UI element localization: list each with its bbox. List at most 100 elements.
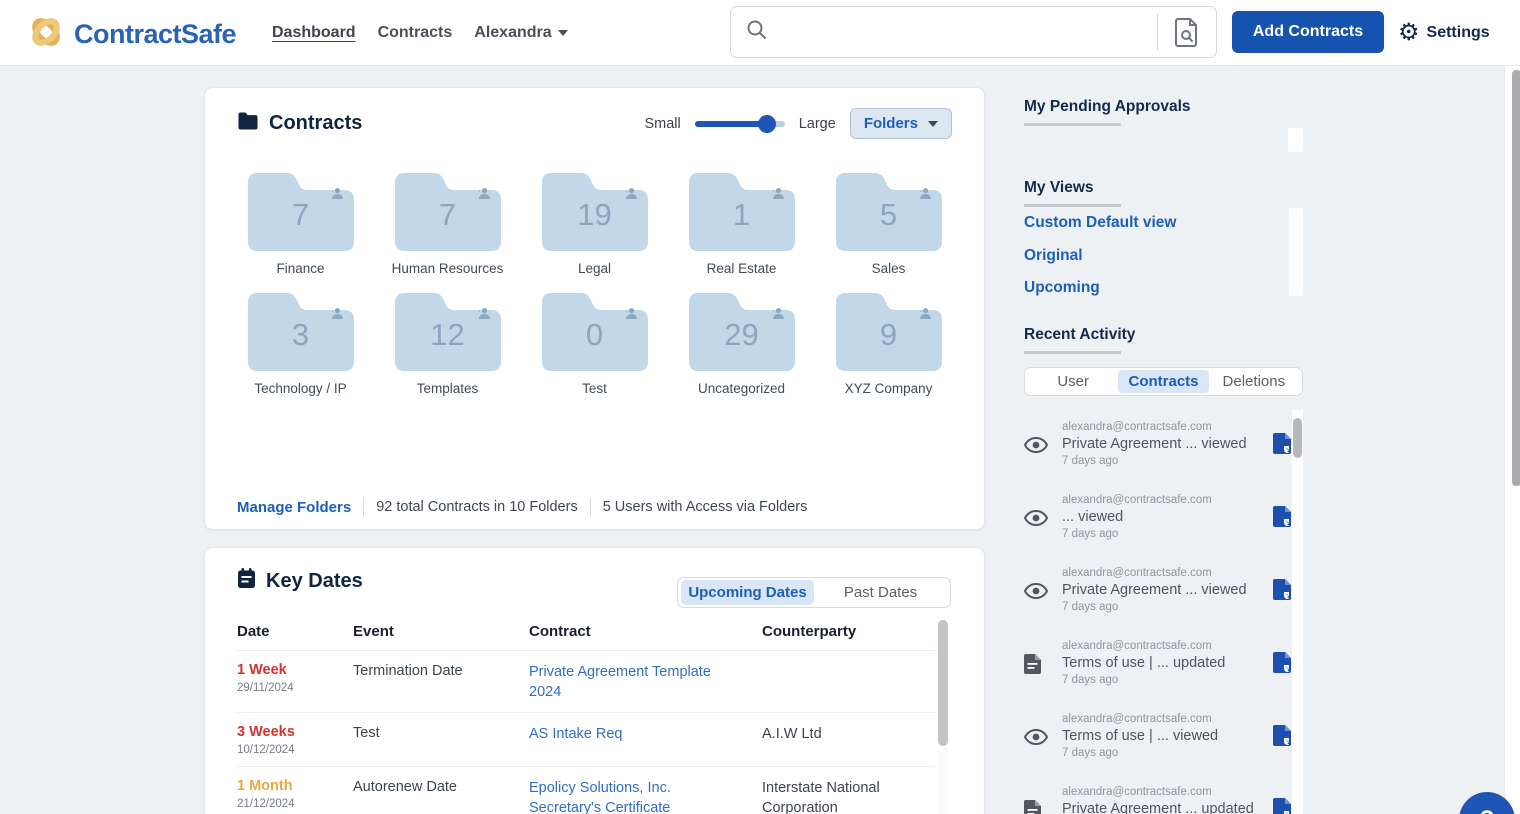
open-contract-icon[interactable] <box>1262 506 1292 528</box>
brand-name: ContractSafe <box>74 19 236 50</box>
brand-logo[interactable]: ContractSafe <box>26 10 236 59</box>
add-contracts-button[interactable]: Add Contracts <box>1232 11 1384 53</box>
primary-nav: Dashboard Contracts Alexandra <box>272 0 568 66</box>
nav-user-menu[interactable]: Alexandra <box>474 24 567 42</box>
tab-deletions[interactable]: Deletions <box>1209 370 1299 393</box>
folder-name: Technology / IP <box>254 380 346 399</box>
key-dates-table: Date Event Contract Counterparty 1 Week … <box>237 623 935 814</box>
folder-size-slider[interactable] <box>695 115 785 133</box>
activity-timestamp: 7 days ago <box>1062 528 1262 540</box>
folder-count: 1 <box>689 197 795 233</box>
folder-count: 12 <box>395 317 501 353</box>
scrollbar-thumb[interactable] <box>938 620 948 746</box>
activity-item: alexandra@contractsafe.com Terms of use … <box>1024 633 1292 693</box>
folder-count: 0 <box>542 317 648 353</box>
folder-count: 7 <box>395 197 501 233</box>
open-contract-icon[interactable] <box>1262 579 1292 601</box>
due-window: 1 Month <box>237 778 353 794</box>
folder-tile[interactable]: ·· 0 Test <box>521 293 668 399</box>
viewed-eye-icon <box>1024 727 1062 745</box>
view-link-original[interactable]: Original <box>1024 247 1083 265</box>
activity-item: alexandra@contractsafe.com Terms of use … <box>1024 706 1292 766</box>
event-type: Autorenew Date <box>353 778 529 814</box>
activity-user-email: alexandra@contractsafe.com <box>1062 713 1262 725</box>
viewed-eye-icon <box>1024 581 1062 599</box>
col-event: Event <box>353 623 529 640</box>
folder-tile[interactable]: ·· 3 Technology / IP <box>227 293 374 399</box>
activity-description: Private Agreement ... updated <box>1062 801 1262 814</box>
folder-users-icon: ·· <box>478 307 487 317</box>
folder-users-icon: ·· <box>625 187 634 197</box>
view-link-upcoming[interactable]: Upcoming <box>1024 279 1100 297</box>
open-contract-icon[interactable] <box>1262 652 1292 674</box>
page-scrollbar[interactable] <box>1504 66 1520 814</box>
scrollbar-thumb[interactable] <box>1512 70 1520 486</box>
folder-grid: ·· 7 Finance ·· <box>227 173 963 413</box>
tab-past-dates[interactable]: Past Dates <box>814 580 947 605</box>
folder-users-icon: ·· <box>331 307 340 317</box>
top-navigation-bar: ContractSafe Dashboard Contracts Alexand… <box>0 0 1520 66</box>
pending-approvals-scroll-track[interactable] <box>1288 128 1303 152</box>
key-dates-scrollbar[interactable] <box>938 618 948 814</box>
folder-name: Uncategorized <box>698 380 785 399</box>
activity-timestamp: 7 days ago <box>1062 601 1262 613</box>
due-date: 29/11/2024 <box>237 682 353 694</box>
col-counterparty: Counterparty <box>762 623 935 640</box>
scrollbar-thumb[interactable] <box>1293 418 1302 458</box>
folder-tile[interactable]: ·· 12 Templates <box>374 293 521 399</box>
folder-name: Legal <box>578 260 611 279</box>
settings-button[interactable]: ⚙ Settings <box>1398 0 1490 66</box>
folder-name: Real Estate <box>707 260 777 279</box>
calendar-icon <box>237 568 256 595</box>
folder-tile[interactable]: ·· 9 XYZ Company <box>815 293 962 399</box>
search-input[interactable] <box>768 7 1157 57</box>
activity-timestamp: 7 days ago <box>1062 747 1262 759</box>
counterparty-name <box>762 662 935 702</box>
open-contract-icon[interactable] <box>1262 798 1292 814</box>
folder-tile[interactable]: ·· 1 Real Estate <box>668 173 815 279</box>
view-link-custom-default[interactable]: Custom Default view <box>1024 214 1176 232</box>
nav-contracts[interactable]: Contracts <box>378 24 453 42</box>
slider-thumb[interactable] <box>758 115 776 133</box>
folder-users-icon: ·· <box>478 187 487 197</box>
document-search-icon[interactable] <box>1158 7 1216 57</box>
contract-link[interactable]: Private Agreement Template 2024 <box>529 662 762 702</box>
folder-tile[interactable]: ·· 7 Finance <box>227 173 374 279</box>
updated-document-icon <box>1024 652 1062 674</box>
my-views-scroll-track[interactable] <box>1289 208 1303 296</box>
folder-tile[interactable]: ·· 29 Uncategorized <box>668 293 815 399</box>
folder-count: 5 <box>836 197 942 233</box>
open-contract-icon[interactable] <box>1262 433 1292 455</box>
tab-contracts[interactable]: Contracts <box>1118 370 1208 393</box>
folder-tile[interactable]: ·· 19 Legal <box>521 173 668 279</box>
tab-user[interactable]: User <box>1028 370 1118 393</box>
contract-link[interactable]: AS Intake Req <box>529 724 762 756</box>
contracts-panel-footer: Manage Folders 92 total Contracts in 10 … <box>237 498 807 516</box>
counterparty-name: A.I.W Ltd <box>762 724 935 756</box>
activity-scrollbar[interactable] <box>1292 410 1303 814</box>
col-date: Date <box>237 623 353 640</box>
activity-description: Terms of use | ... viewed <box>1062 728 1262 744</box>
folder-tile[interactable]: ·· 7 Human Resources <box>374 173 521 279</box>
folder-users-icon: ·· <box>919 307 928 317</box>
open-contract-icon[interactable] <box>1262 725 1292 747</box>
contracts-panel-title: Contracts <box>237 112 362 136</box>
nav-dashboard[interactable]: Dashboard <box>272 24 356 42</box>
due-date: 10/12/2024 <box>237 744 353 756</box>
view-mode-dropdown[interactable]: Folders <box>850 108 952 139</box>
activity-item: alexandra@contractsafe.com Private Agree… <box>1024 779 1292 814</box>
slider-large-label: Large <box>799 116 836 132</box>
activity-user-email: alexandra@contractsafe.com <box>1062 421 1262 433</box>
activity-timestamp: 7 days ago <box>1062 674 1262 686</box>
tab-upcoming-dates[interactable]: Upcoming Dates <box>681 580 814 605</box>
activity-item: alexandra@contractsafe.com Private Agree… <box>1024 560 1292 620</box>
activity-description: Terms of use | ... updated <box>1062 655 1262 671</box>
folder-name: Templates <box>417 380 479 399</box>
folder-name: Human Resources <box>392 260 504 279</box>
folder-users-icon: ·· <box>919 187 928 197</box>
contract-link[interactable]: Epolicy Solutions, Inc. Secretary's Cert… <box>529 778 762 814</box>
event-type: Termination Date <box>353 662 529 702</box>
manage-folders-link[interactable]: Manage Folders <box>237 499 351 516</box>
activity-user-email: alexandra@contractsafe.com <box>1062 640 1262 652</box>
folder-tile[interactable]: ·· 5 Sales <box>815 173 962 279</box>
